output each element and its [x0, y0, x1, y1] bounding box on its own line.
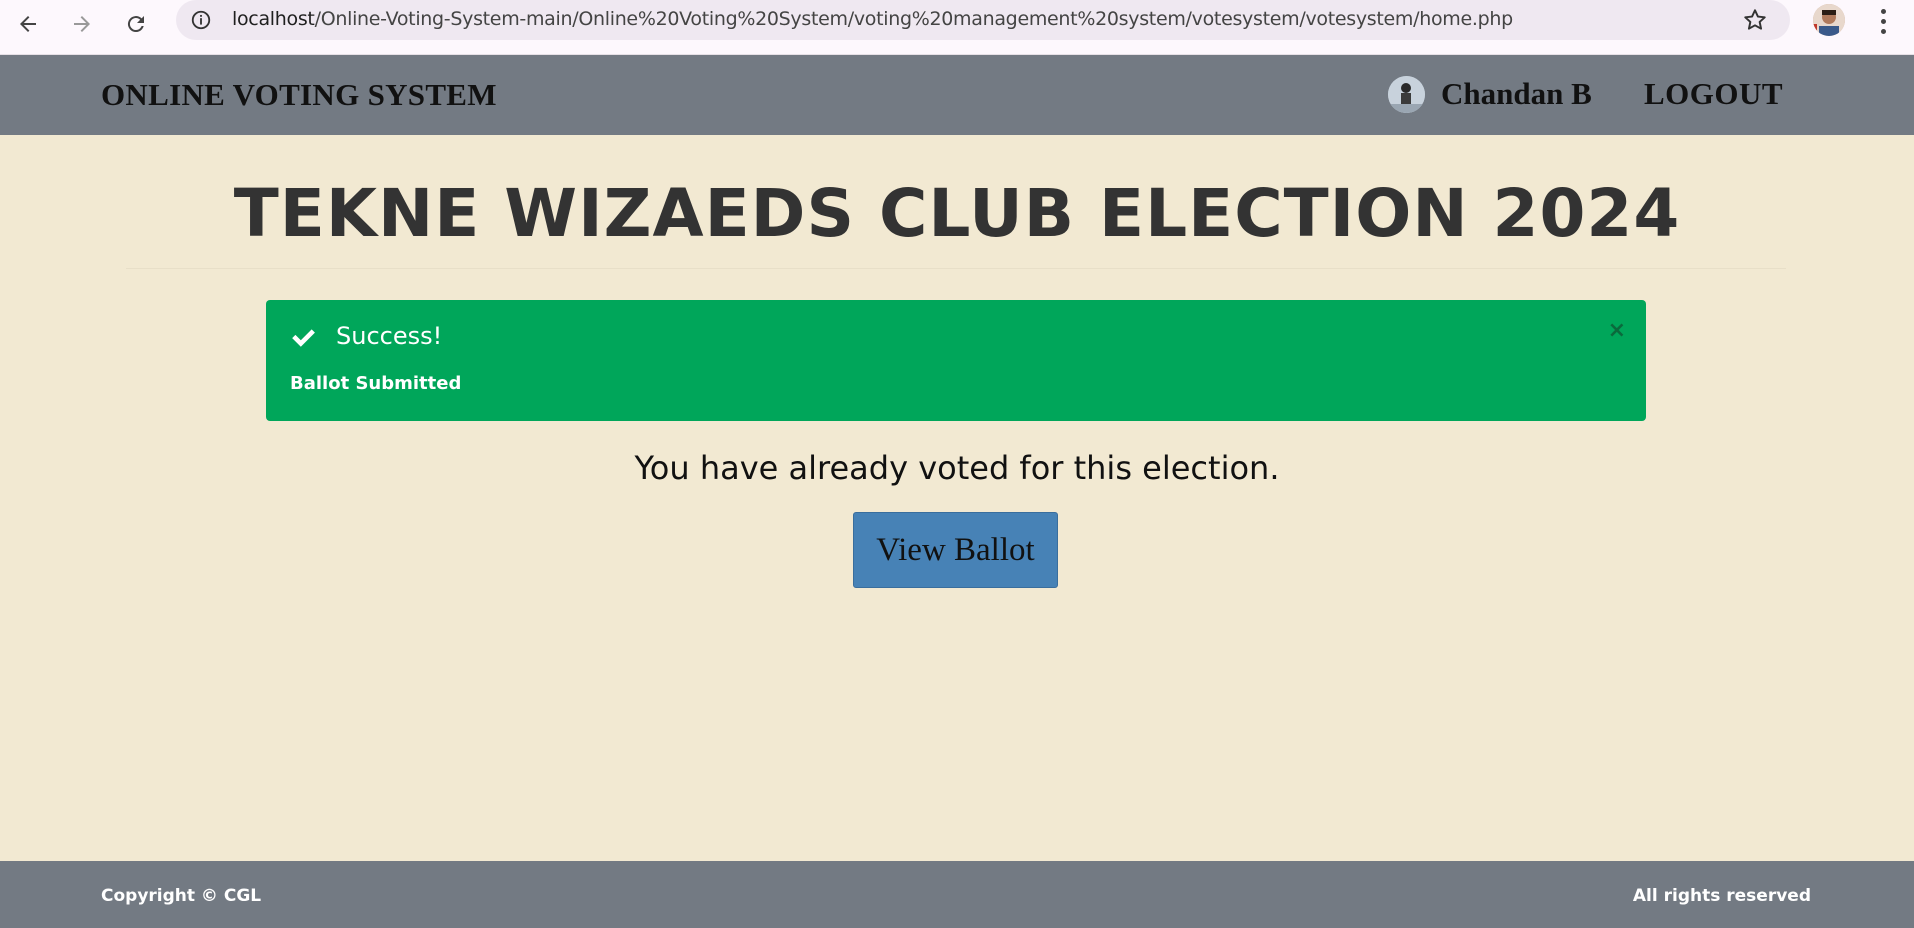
- address-bar[interactable]: localhost/Online-Voting-System-main/Onli…: [176, 0, 1790, 40]
- reload-icon: [127, 16, 144, 33]
- brand-title[interactable]: ONLINE VOTING SYSTEM: [101, 77, 497, 113]
- user-avatar[interactable]: [1388, 76, 1425, 113]
- bookmark-star-icon[interactable]: [1742, 7, 1768, 33]
- close-icon[interactable]: ×: [1608, 320, 1626, 342]
- user-name[interactable]: Chandan B: [1441, 76, 1592, 112]
- back-arrow-icon: [20, 16, 36, 32]
- app-header: ONLINE VOTING SYSTEM Chandan B LOGOUT: [0, 55, 1914, 135]
- page-footer: Copyright © CGL All rights reserved: [0, 861, 1914, 928]
- forward-arrow-icon: [74, 16, 90, 32]
- site-info-icon[interactable]: [190, 9, 212, 31]
- logout-link[interactable]: LOGOUT: [1644, 76, 1783, 112]
- title-divider: [126, 268, 1786, 269]
- alert-message: Ballot Submitted: [290, 373, 462, 394]
- kebab-menu-icon[interactable]: [1870, 6, 1896, 36]
- alert-title: Success!: [336, 322, 443, 350]
- forward-button[interactable]: [62, 4, 102, 44]
- url-text: localhost/Online-Voting-System-main/Onli…: [232, 8, 1513, 30]
- url-host: localhost: [232, 8, 315, 30]
- reload-button[interactable]: [116, 4, 156, 44]
- profile-avatar-image: [1813, 4, 1845, 36]
- voted-message: You have already voted for this election…: [634, 449, 1280, 487]
- check-icon: [292, 329, 315, 347]
- back-button[interactable]: [8, 4, 48, 44]
- profile-avatar-icon[interactable]: [1813, 4, 1845, 36]
- copyright-text: Copyright © CGL: [101, 886, 262, 906]
- browser-toolbar: localhost/Online-Voting-System-main/Onli…: [0, 0, 1914, 55]
- url-path: /Online-Voting-System-main/Online%20Voti…: [314, 8, 1514, 30]
- view-ballot-button[interactable]: View Ballot: [853, 512, 1058, 588]
- user-avatar-image: [1388, 76, 1425, 113]
- success-alert: Success! Ballot Submitted ×: [266, 300, 1646, 421]
- rights-text: All rights reserved: [1632, 886, 1811, 906]
- page-title: TEKNE WIZAEDS CLUB ELECTION 2024: [233, 175, 1681, 252]
